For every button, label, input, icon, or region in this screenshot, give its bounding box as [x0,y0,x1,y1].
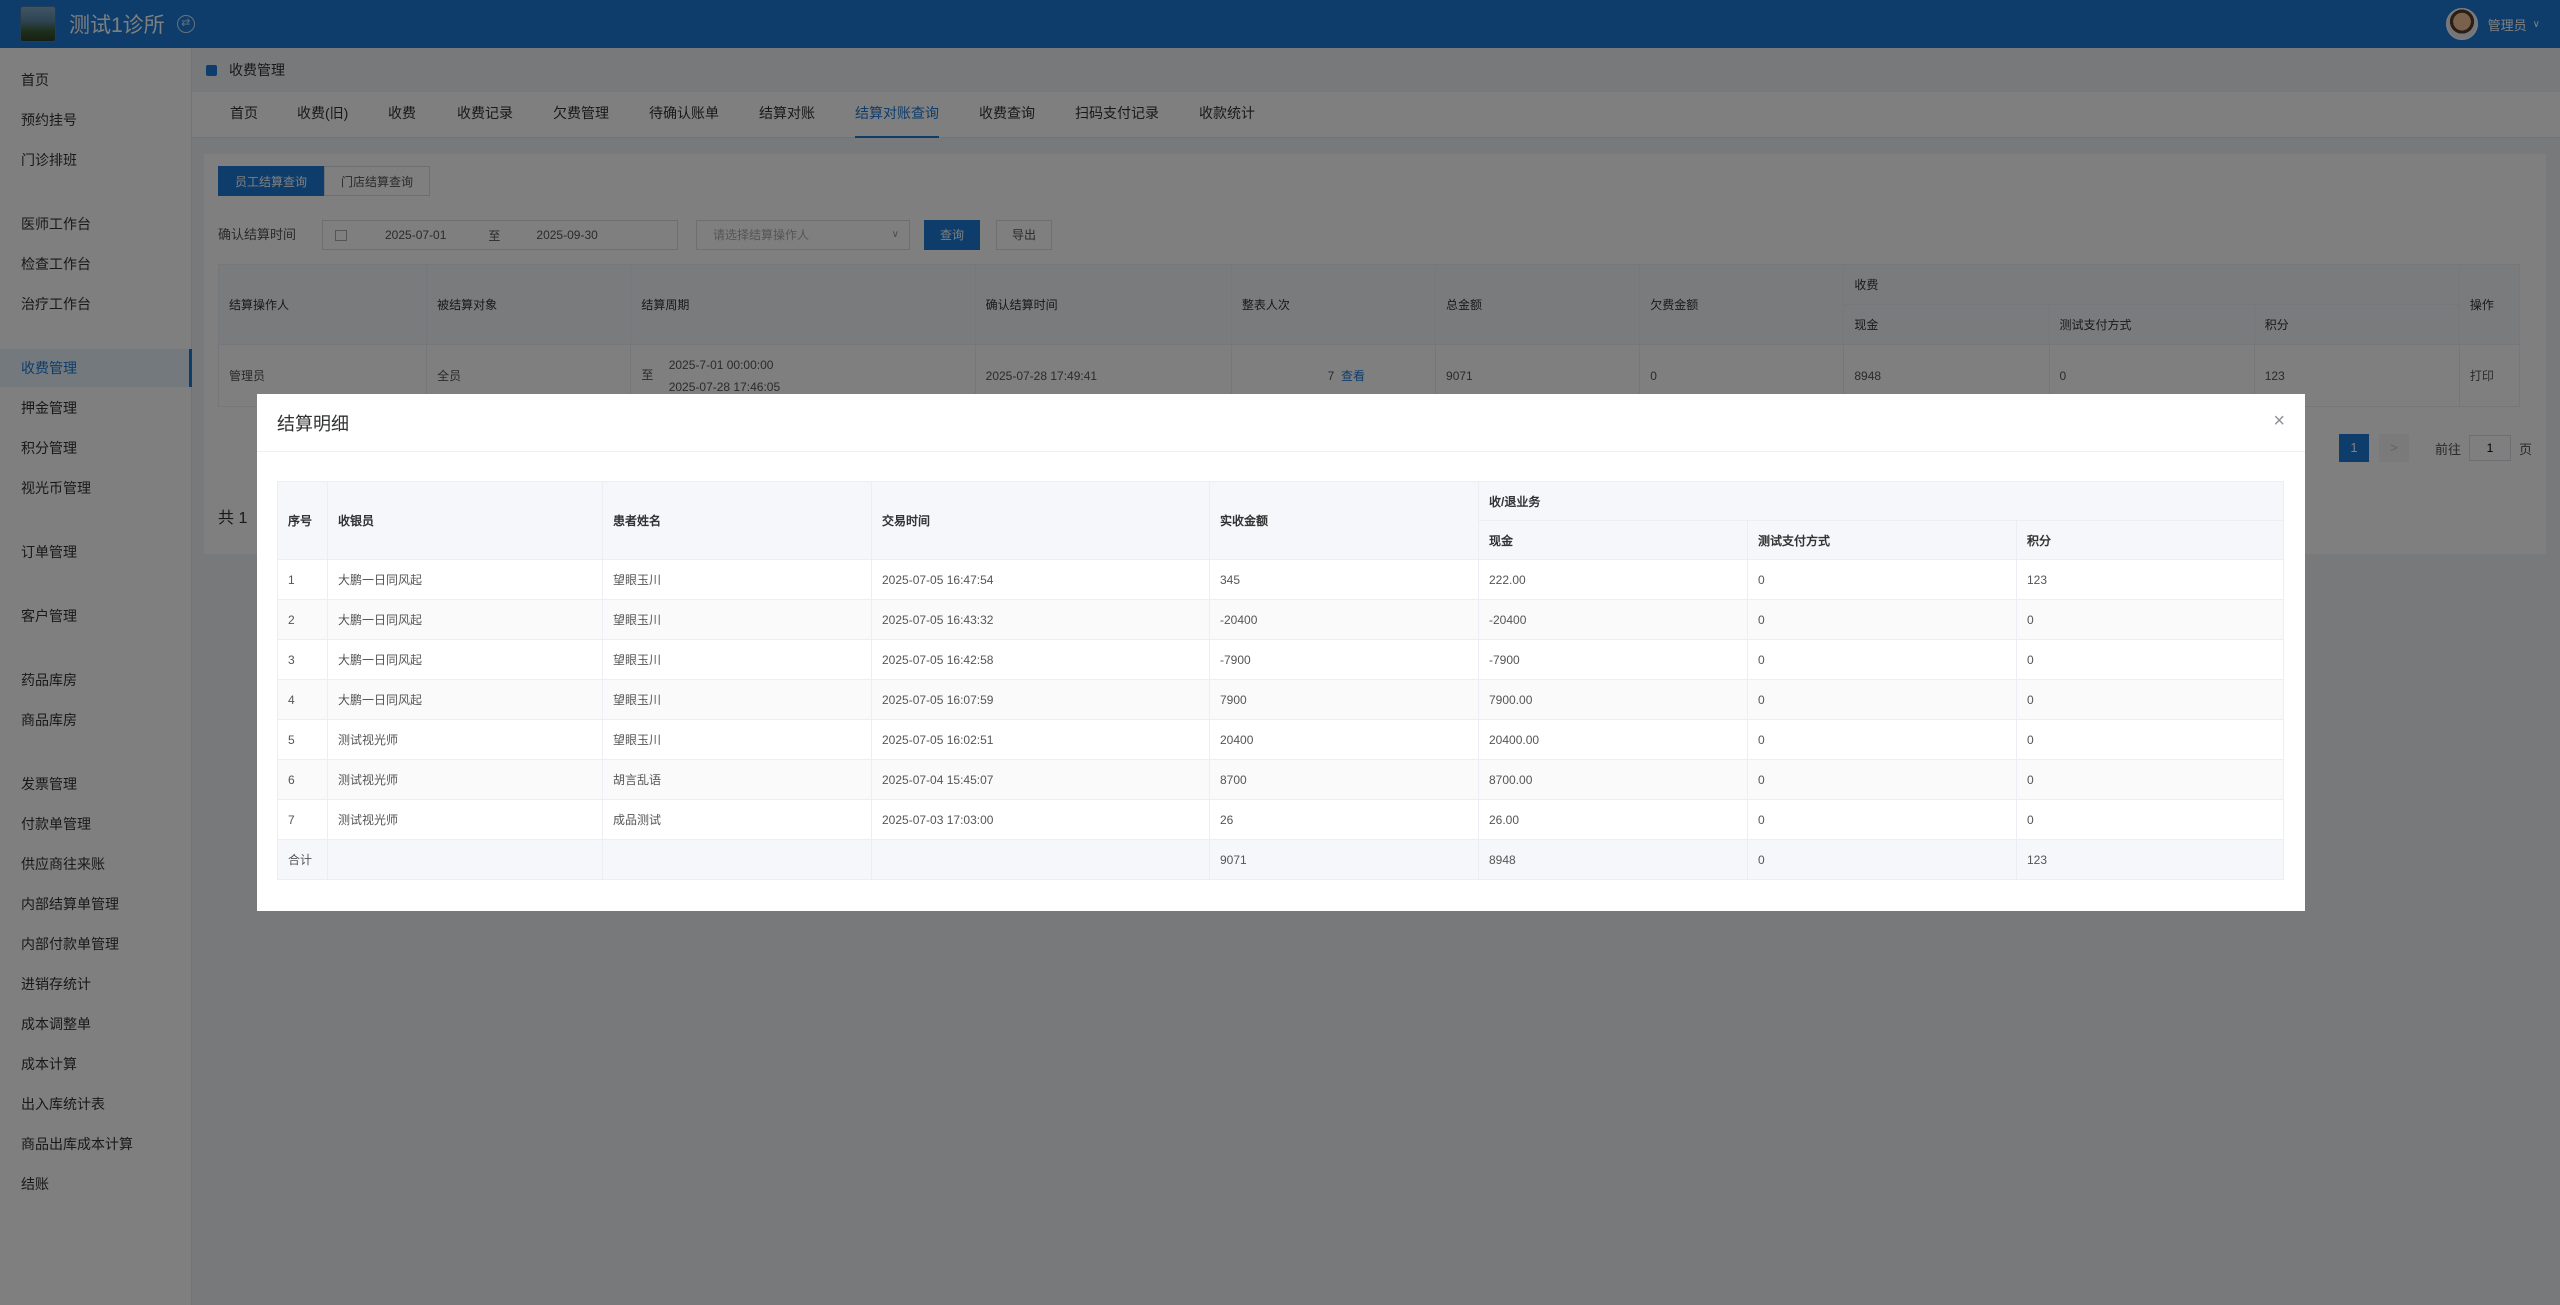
cell-amount: -7900 [1209,639,1479,680]
cell-empty [602,839,872,880]
col-test-pay: 测试支付方式 [1747,520,2017,560]
summary-amount: 9071 [1209,839,1479,880]
summary-label: 合计 [277,839,328,880]
cell-time: 2025-07-05 16:42:58 [871,639,1210,680]
cell-patient: 成品测试 [602,799,872,840]
cell-empty [327,839,603,880]
cell-test-pay: 0 [1747,719,2017,760]
cell-cash: 222.00 [1478,559,1748,600]
summary-cash: 8948 [1478,839,1748,880]
cell-test-pay: 0 [1747,559,2017,600]
cell-points: 123 [2016,559,2284,600]
col-points: 积分 [2016,520,2284,560]
cell-points: 0 [2016,759,2284,800]
cell-time: 2025-07-05 16:43:32 [871,599,1210,640]
col-patient: 患者姓名 [602,481,872,560]
cell-index: 3 [277,639,328,680]
cell-cashier: 大鹏一日同风起 [327,599,603,640]
cell-cashier: 测试视光师 [327,759,603,800]
cell-cash: -20400 [1478,599,1748,640]
close-icon[interactable]: × [2273,410,2285,432]
cell-time: 2025-07-05 16:02:51 [871,719,1210,760]
cell-amount: 7900 [1209,679,1479,720]
table-row: 2 大鹏一日同风起 望眼玉川 2025-07-05 16:43:32 -2040… [277,599,2284,640]
cell-index: 7 [277,799,328,840]
cell-points: 0 [2016,639,2284,680]
table-row: 7 测试视光师 成品测试 2025-07-03 17:03:00 26 26.0… [277,799,2284,840]
cell-index: 6 [277,759,328,800]
cell-cash: 8700.00 [1478,759,1748,800]
cell-patient: 望眼玉川 [602,679,872,720]
col-cash: 现金 [1478,520,1748,560]
table-row: 5 测试视光师 望眼玉川 2025-07-05 16:02:51 20400 2… [277,719,2284,760]
col-group-business: 收/退业务 [1478,481,2284,521]
cell-cashier: 大鹏一日同风起 [327,639,603,680]
cell-cash: 26.00 [1478,799,1748,840]
cell-amount: -20400 [1209,599,1479,640]
col-amount: 实收金额 [1209,481,1479,560]
cell-amount: 20400 [1209,719,1479,760]
cell-test-pay: 0 [1747,799,2017,840]
cell-points: 0 [2016,799,2284,840]
cell-amount: 26 [1209,799,1479,840]
detail-table: 序号 收银员 患者姓名 交易时间 实收金额 收/退业务 现金 测试支付方式 积分… [277,481,2284,880]
cell-index: 5 [277,719,328,760]
summary-test-pay: 0 [1747,839,2017,880]
table-row: 6 测试视光师 胡言乱语 2025-07-04 15:45:07 8700 87… [277,759,2284,800]
col-time: 交易时间 [871,481,1210,560]
cell-patient: 胡言乱语 [602,759,872,800]
cell-test-pay: 0 [1747,639,2017,680]
settlement-detail-dialog: 结算明细 × 序号 收银员 患者姓名 交易时间 实收金额 收/退业务 现金 测试… [257,394,2305,911]
table-row: 1 大鹏一日同风起 望眼玉川 2025-07-05 16:47:54 345 2… [277,559,2284,600]
cell-cashier: 测试视光师 [327,799,603,840]
cell-cashier: 测试视光师 [327,719,603,760]
dialog-title: 结算明细 [277,413,349,434]
cell-test-pay: 0 [1747,679,2017,720]
cell-patient: 望眼玉川 [602,639,872,680]
cell-points: 0 [2016,719,2284,760]
dialog-header: 结算明细 [257,394,2305,452]
cell-index: 2 [277,599,328,640]
summary-row: 合计 9071 8948 0 123 [277,839,2284,880]
cell-amount: 345 [1209,559,1479,600]
col-index: 序号 [277,481,328,560]
table-row: 3 大鹏一日同风起 望眼玉川 2025-07-05 16:42:58 -7900… [277,639,2284,680]
cell-points: 0 [2016,679,2284,720]
cell-time: 2025-07-05 16:07:59 [871,679,1210,720]
cell-cash: -7900 [1478,639,1748,680]
cell-index: 4 [277,679,328,720]
cell-index: 1 [277,559,328,600]
cell-time: 2025-07-03 17:03:00 [871,799,1210,840]
cell-time: 2025-07-05 16:47:54 [871,559,1210,600]
cell-patient: 望眼玉川 [602,719,872,760]
cell-cashier: 大鹏一日同风起 [327,559,603,600]
summary-points: 123 [2016,839,2284,880]
cell-patient: 望眼玉川 [602,599,872,640]
cell-time: 2025-07-04 15:45:07 [871,759,1210,800]
cell-cashier: 大鹏一日同风起 [327,679,603,720]
col-cashier: 收银员 [327,481,603,560]
cell-test-pay: 0 [1747,759,2017,800]
table-row: 4 大鹏一日同风起 望眼玉川 2025-07-05 16:07:59 7900 … [277,679,2284,720]
cell-amount: 8700 [1209,759,1479,800]
cell-cash: 20400.00 [1478,719,1748,760]
cell-test-pay: 0 [1747,599,2017,640]
cell-cash: 7900.00 [1478,679,1748,720]
cell-empty [871,839,1210,880]
cell-patient: 望眼玉川 [602,559,872,600]
cell-points: 0 [2016,599,2284,640]
